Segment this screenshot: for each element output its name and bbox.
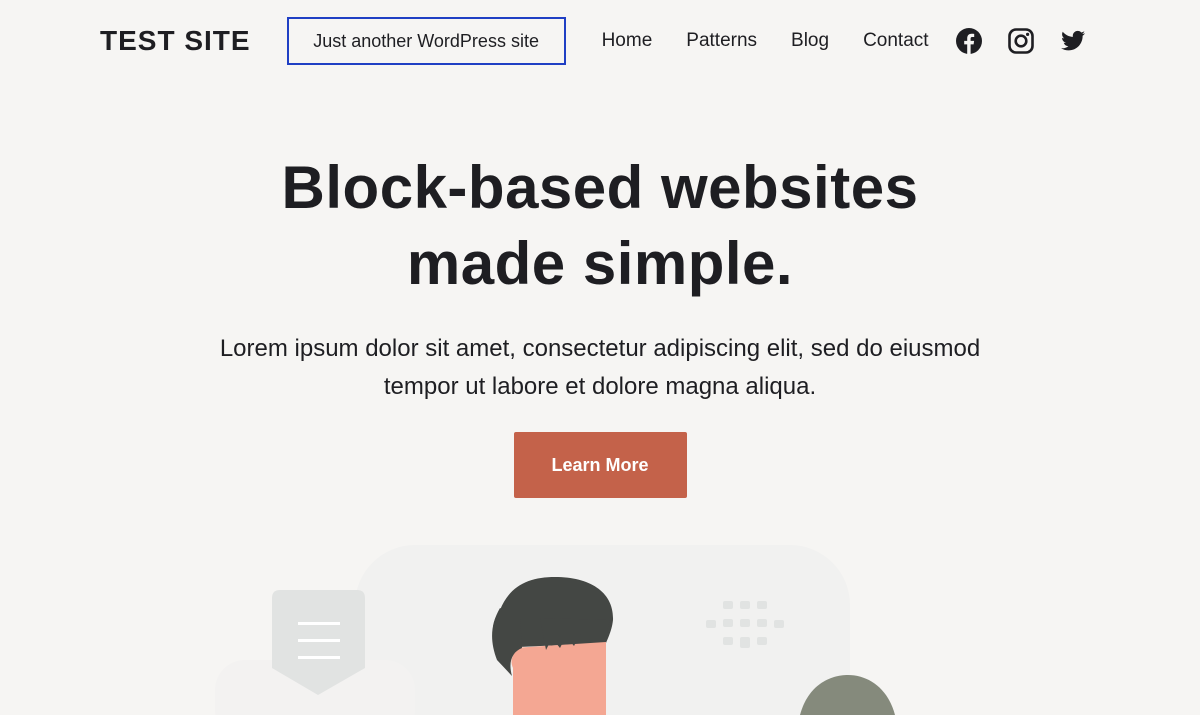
hero-section: Block-based websites made simple. Lorem …: [0, 150, 1200, 498]
badge-line-1: [298, 622, 340, 625]
twitter-icon[interactable]: [1059, 27, 1087, 55]
site-header: TEST SITE Just another WordPress site Ho…: [0, 0, 1200, 82]
learn-more-button[interactable]: Learn More: [513, 432, 687, 498]
site-tagline[interactable]: Just another WordPress site: [286, 17, 566, 65]
instagram-icon[interactable]: [1007, 27, 1035, 55]
social-links: [955, 27, 1087, 55]
nav-item-blog[interactable]: Blog: [791, 30, 829, 52]
hero-illustration: [215, 545, 895, 715]
nav-item-patterns[interactable]: Patterns: [686, 30, 757, 52]
hero-heading-line-2: made simple.: [406, 230, 794, 297]
nav-item-home[interactable]: Home: [602, 30, 653, 52]
facebook-icon[interactable]: [955, 27, 983, 55]
person-face: [513, 642, 606, 715]
badge-line-2: [298, 639, 340, 642]
nav-item-contact[interactable]: Contact: [863, 30, 928, 52]
hero-heading: Block-based websites made simple.: [0, 150, 1200, 302]
page: TEST SITE Just another WordPress site Ho…: [0, 0, 1200, 715]
hero-description: Lorem ipsum dolor sit amet, consectetur …: [219, 335, 981, 400]
hero-heading-line-1: Block-based websites: [281, 154, 919, 221]
badge-line-3: [298, 656, 340, 659]
main-nav: Home Patterns Blog Contact: [602, 30, 929, 52]
site-title[interactable]: TEST SITE: [100, 25, 251, 57]
